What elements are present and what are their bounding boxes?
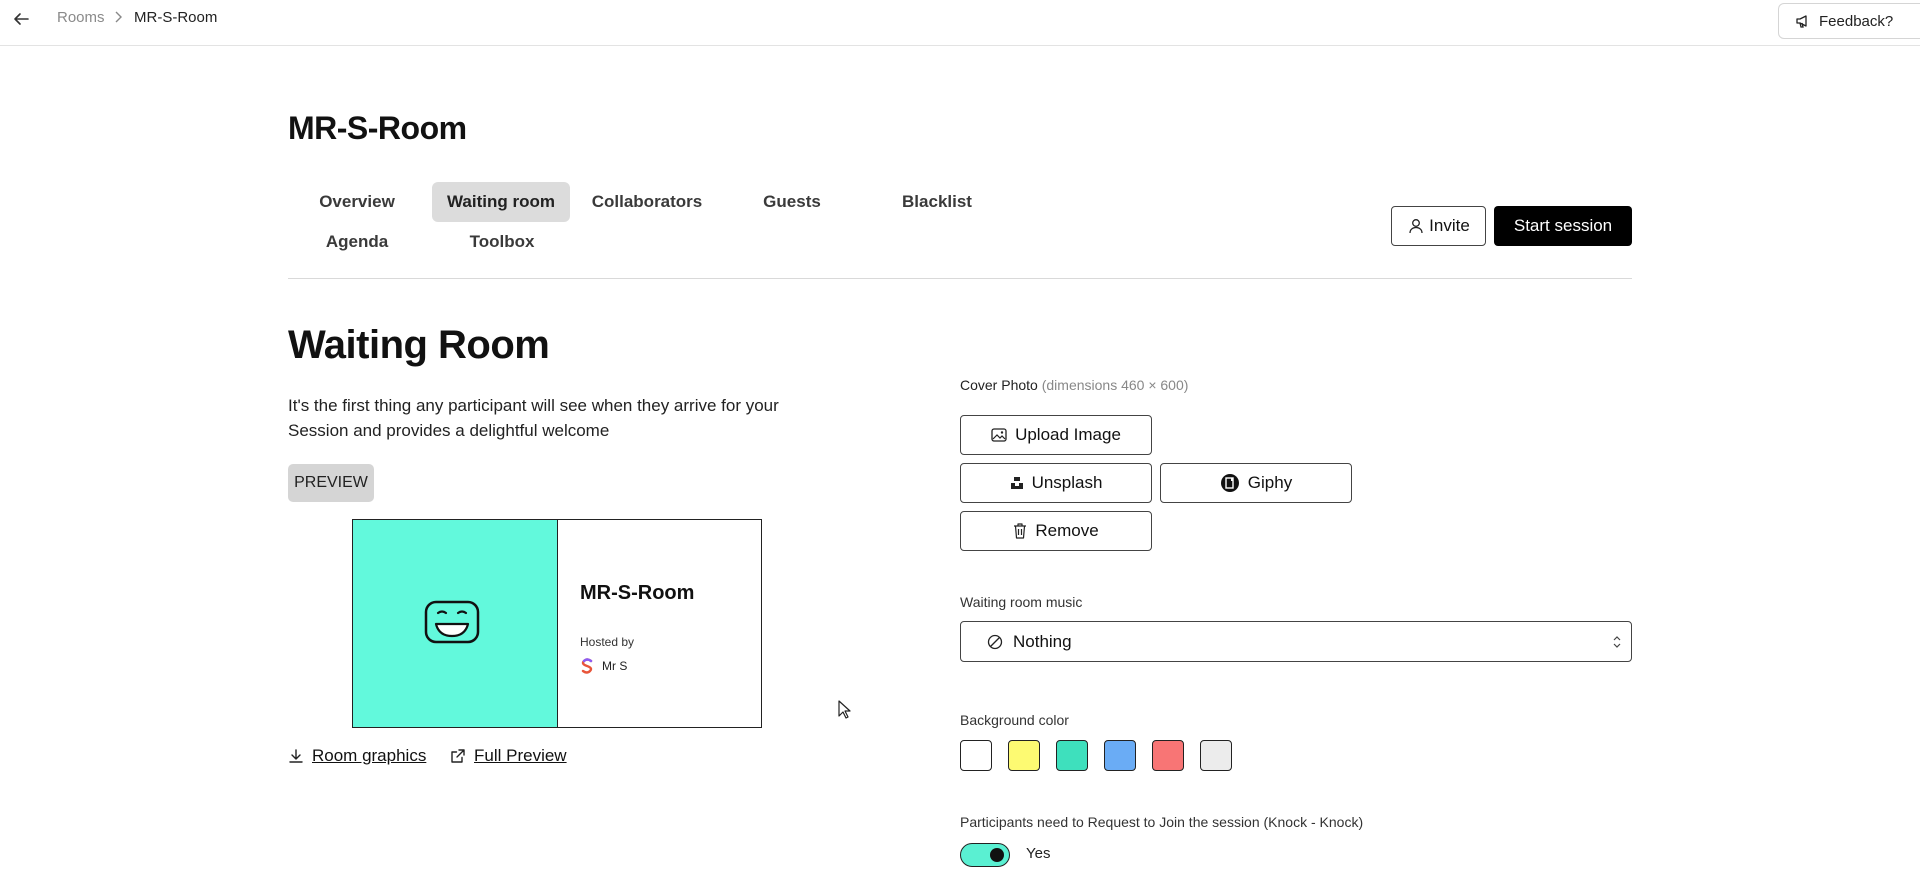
back-arrow-icon[interactable] bbox=[10, 8, 32, 30]
giphy-icon bbox=[1220, 474, 1239, 492]
room-title: MR-S-Room bbox=[288, 110, 467, 146]
select-arrows-icon bbox=[1613, 636, 1621, 648]
card-host-name: Mr S bbox=[602, 659, 628, 673]
tab-waiting-room[interactable]: Waiting room bbox=[432, 182, 570, 222]
waiting-room-description: It's the first thing any participant wil… bbox=[288, 396, 779, 440]
toggle-knob bbox=[990, 848, 1004, 862]
color-swatch-teal[interactable] bbox=[1056, 740, 1088, 771]
feedback-button[interactable]: Feedback? bbox=[1778, 3, 1920, 39]
room-graphics-label: Room graphics bbox=[312, 746, 427, 765]
preview-button[interactable]: PREVIEW bbox=[288, 464, 374, 502]
waiting-room-heading: Waiting Room bbox=[288, 323, 550, 367]
unsplash-label: Unsplash bbox=[1031, 473, 1103, 492]
color-swatch-white[interactable] bbox=[960, 740, 992, 771]
trash-icon bbox=[1014, 523, 1027, 539]
music-label: Waiting room music bbox=[960, 594, 1083, 610]
full-preview-label: Full Preview bbox=[474, 746, 567, 765]
tabs-divider bbox=[288, 278, 1632, 279]
waiting-room-music-select[interactable]: Nothing bbox=[960, 621, 1632, 662]
full-preview-link[interactable]: Full Preview bbox=[449, 746, 567, 766]
top-bar: Rooms MR-S-Room Feedback? bbox=[0, 0, 1920, 46]
card-hosted-by: Hosted by bbox=[580, 635, 635, 649]
download-icon bbox=[289, 749, 303, 763]
unsplash-icon bbox=[1010, 477, 1023, 489]
host-logo-icon bbox=[581, 658, 593, 674]
start-session-button[interactable]: Start session bbox=[1494, 206, 1632, 246]
breadcrumb-current: MR-S-Room bbox=[134, 9, 218, 26]
color-swatch-yellow[interactable] bbox=[1008, 740, 1040, 771]
tab-agenda[interactable]: Agenda bbox=[303, 222, 411, 262]
giphy-label: Giphy bbox=[1247, 473, 1293, 492]
upload-image-button[interactable]: Upload Image bbox=[960, 415, 1152, 455]
invite-label: Invite bbox=[1429, 216, 1470, 235]
upload-image-label: Upload Image bbox=[1015, 425, 1121, 444]
megaphone-icon bbox=[1796, 15, 1807, 28]
room-graphics-link[interactable]: Room graphics bbox=[288, 746, 426, 766]
tab-blacklist[interactable]: Blacklist bbox=[883, 182, 991, 222]
background-color-label: Background color bbox=[960, 712, 1069, 728]
cover-photo-hint: (dimensions 460 × 600) bbox=[1041, 377, 1189, 393]
unsplash-button[interactable]: Unsplash bbox=[960, 463, 1152, 503]
knock-toggle[interactable] bbox=[960, 843, 1010, 867]
user-icon bbox=[1409, 219, 1423, 234]
tab-guests[interactable]: Guests bbox=[740, 182, 844, 222]
knock-toggle-value: Yes bbox=[1026, 845, 1051, 862]
breadcrumb-rooms[interactable]: Rooms bbox=[57, 9, 105, 26]
color-swatch-gray[interactable] bbox=[1200, 740, 1232, 771]
card-info: MR-S-Room Hosted by Mr S bbox=[558, 520, 761, 727]
external-link-icon bbox=[451, 748, 465, 763]
ban-icon bbox=[987, 634, 1003, 649]
card-cover bbox=[353, 520, 558, 727]
color-swatch-blue[interactable] bbox=[1104, 740, 1136, 771]
remove-label: Remove bbox=[1035, 521, 1099, 540]
waiting-room-preview-card: MR-S-Room Hosted by Mr S bbox=[352, 519, 762, 728]
cover-photo-label: Cover Photo (dimensions 460 × 600) bbox=[960, 377, 1188, 393]
giphy-button[interactable]: Giphy bbox=[1160, 463, 1352, 503]
tab-overview[interactable]: Overview bbox=[303, 182, 411, 222]
feedback-label: Feedback? bbox=[1819, 12, 1894, 30]
mouse-cursor-icon bbox=[838, 700, 851, 719]
remove-button[interactable]: Remove bbox=[960, 511, 1152, 551]
image-icon bbox=[991, 428, 1007, 442]
tab-collaborators[interactable]: Collaborators bbox=[586, 182, 708, 222]
music-selected-value: Nothing bbox=[1013, 631, 1072, 651]
chevron-right-icon bbox=[115, 11, 122, 23]
tab-toolbox[interactable]: Toolbox bbox=[448, 222, 556, 262]
cover-photo-title: Cover Photo bbox=[960, 377, 1038, 393]
card-room-title: MR-S-Room bbox=[580, 582, 695, 604]
color-swatch-red[interactable] bbox=[1152, 740, 1184, 771]
invite-button[interactable]: Invite bbox=[1391, 206, 1486, 246]
card-host: Mr S bbox=[580, 658, 627, 674]
knock-label: Participants need to Request to Join the… bbox=[960, 814, 1364, 830]
smiley-face-icon bbox=[424, 600, 480, 644]
